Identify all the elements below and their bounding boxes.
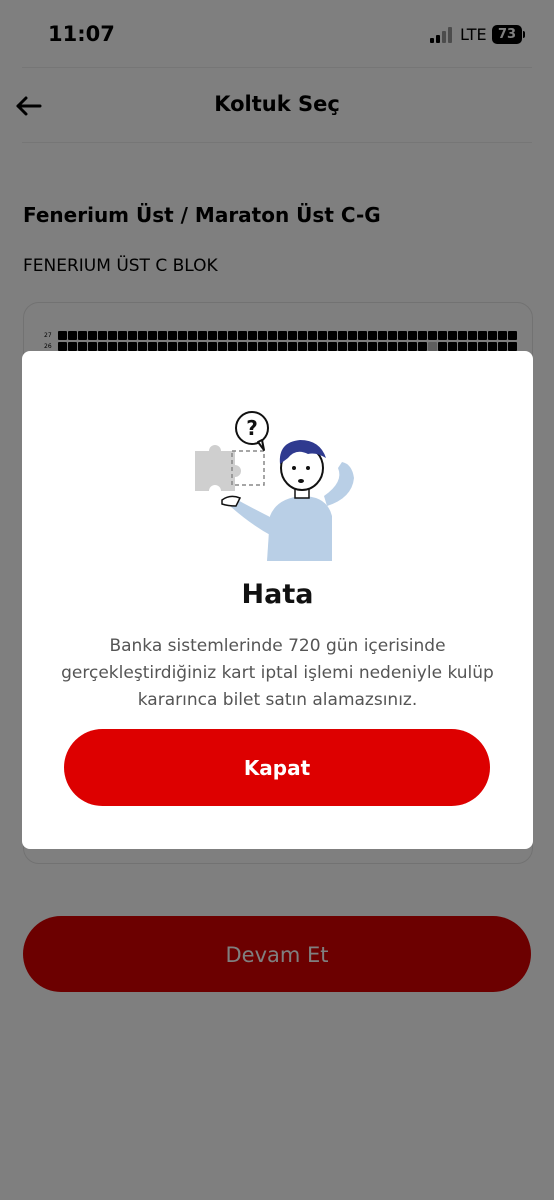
- svg-text:?: ?: [246, 416, 258, 440]
- dialog-message: Banka sistemlerinde 720 gün içerisinde g…: [61, 636, 494, 710]
- close-button[interactable]: Kapat: [64, 729, 490, 806]
- error-dialog: ? Hata Banka sistemlerinde 720 gün içeri…: [22, 351, 533, 849]
- dialog-title: Hata: [241, 579, 314, 610]
- confused-person-puzzle-illustration: ?: [195, 411, 354, 561]
